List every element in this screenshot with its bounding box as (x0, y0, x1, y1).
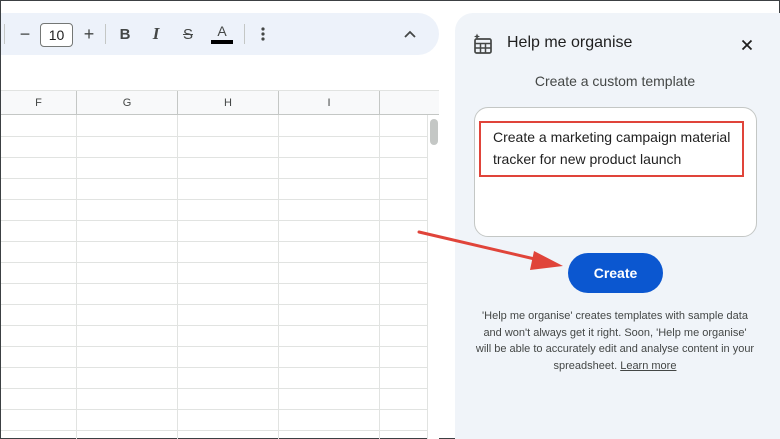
row-gridline (1, 430, 427, 431)
row-gridline (1, 157, 427, 158)
row-gridline (1, 241, 427, 242)
more-vert-icon (261, 27, 265, 41)
prompt-text-highlight[interactable]: Create a marketing campaign material tra… (479, 121, 744, 177)
close-button[interactable] (737, 35, 757, 55)
column-header-h[interactable]: H (178, 91, 279, 115)
panel-title: Help me organise (507, 34, 633, 51)
create-button-label: Create (593, 265, 638, 281)
strikethrough-icon: S (182, 25, 193, 43)
row-gridline (1, 199, 427, 200)
font-size-value: 10 (48, 27, 65, 43)
bold-button[interactable]: B (114, 13, 136, 55)
learn-more-link[interactable]: Learn more (620, 360, 676, 372)
text-color-icon: A (217, 23, 227, 39)
text-color-button[interactable]: A (209, 13, 235, 55)
chevron-up-icon (404, 30, 416, 38)
row-gridline (1, 409, 427, 410)
create-button[interactable]: Create (568, 253, 663, 293)
column-gridline (379, 115, 380, 439)
column-header-row: F G H I (1, 91, 439, 115)
column-header-g[interactable]: G (77, 91, 178, 115)
help-me-organise-panel: Help me organise Create a custom templat… (455, 13, 780, 439)
increase-font-size-button[interactable]: + (79, 13, 99, 55)
more-options-button[interactable] (254, 13, 272, 55)
collapse-toolbar-button[interactable] (399, 13, 421, 55)
row-gridline (1, 367, 427, 368)
column-gridline (177, 115, 178, 439)
table-sparkle-icon (474, 33, 492, 54)
row-gridline (1, 325, 427, 326)
italic-button[interactable]: I (145, 13, 167, 55)
prompt-input[interactable]: Create a marketing campaign material tra… (474, 107, 757, 237)
bold-icon: B (119, 25, 131, 43)
formula-bar[interactable] (1, 61, 439, 91)
toolbar-divider (4, 24, 5, 44)
plus-icon: + (83, 23, 95, 44)
font-size-input[interactable]: 10 (40, 23, 73, 47)
toolbar-divider (105, 24, 106, 44)
cell-area[interactable] (1, 115, 427, 439)
disclaimer-text: 'Help me organise' creates templates wit… (475, 308, 755, 374)
disclaimer-body: 'Help me organise' creates templates wit… (475, 310, 755, 372)
row-gridline (1, 304, 427, 305)
strikethrough-button[interactable]: S (177, 13, 199, 55)
panel-subtitle: Create a custom template (534, 73, 696, 89)
formatting-toolbar: − 10 + B I S A (1, 13, 439, 55)
spreadsheet-grid: F G H I (1, 91, 439, 439)
row-gridline (1, 262, 427, 263)
column-gridline (76, 115, 77, 439)
row-gridline (1, 346, 427, 347)
toolbar-divider (244, 24, 245, 44)
scrollbar-thumb[interactable] (430, 119, 438, 145)
close-icon (741, 39, 753, 51)
minus-icon: − (19, 23, 31, 44)
decrease-font-size-button[interactable]: − (15, 13, 35, 55)
text-color-swatch (211, 40, 233, 44)
row-gridline (1, 220, 427, 221)
row-gridline (1, 136, 427, 137)
column-header-i[interactable]: I (279, 91, 380, 115)
italic-icon: I (152, 24, 160, 43)
row-gridline (1, 178, 427, 179)
column-gridline (278, 115, 279, 439)
row-gridline (1, 283, 427, 284)
vertical-scrollbar[interactable] (427, 115, 439, 439)
row-gridline (1, 388, 427, 389)
column-header-f[interactable]: F (1, 91, 77, 115)
